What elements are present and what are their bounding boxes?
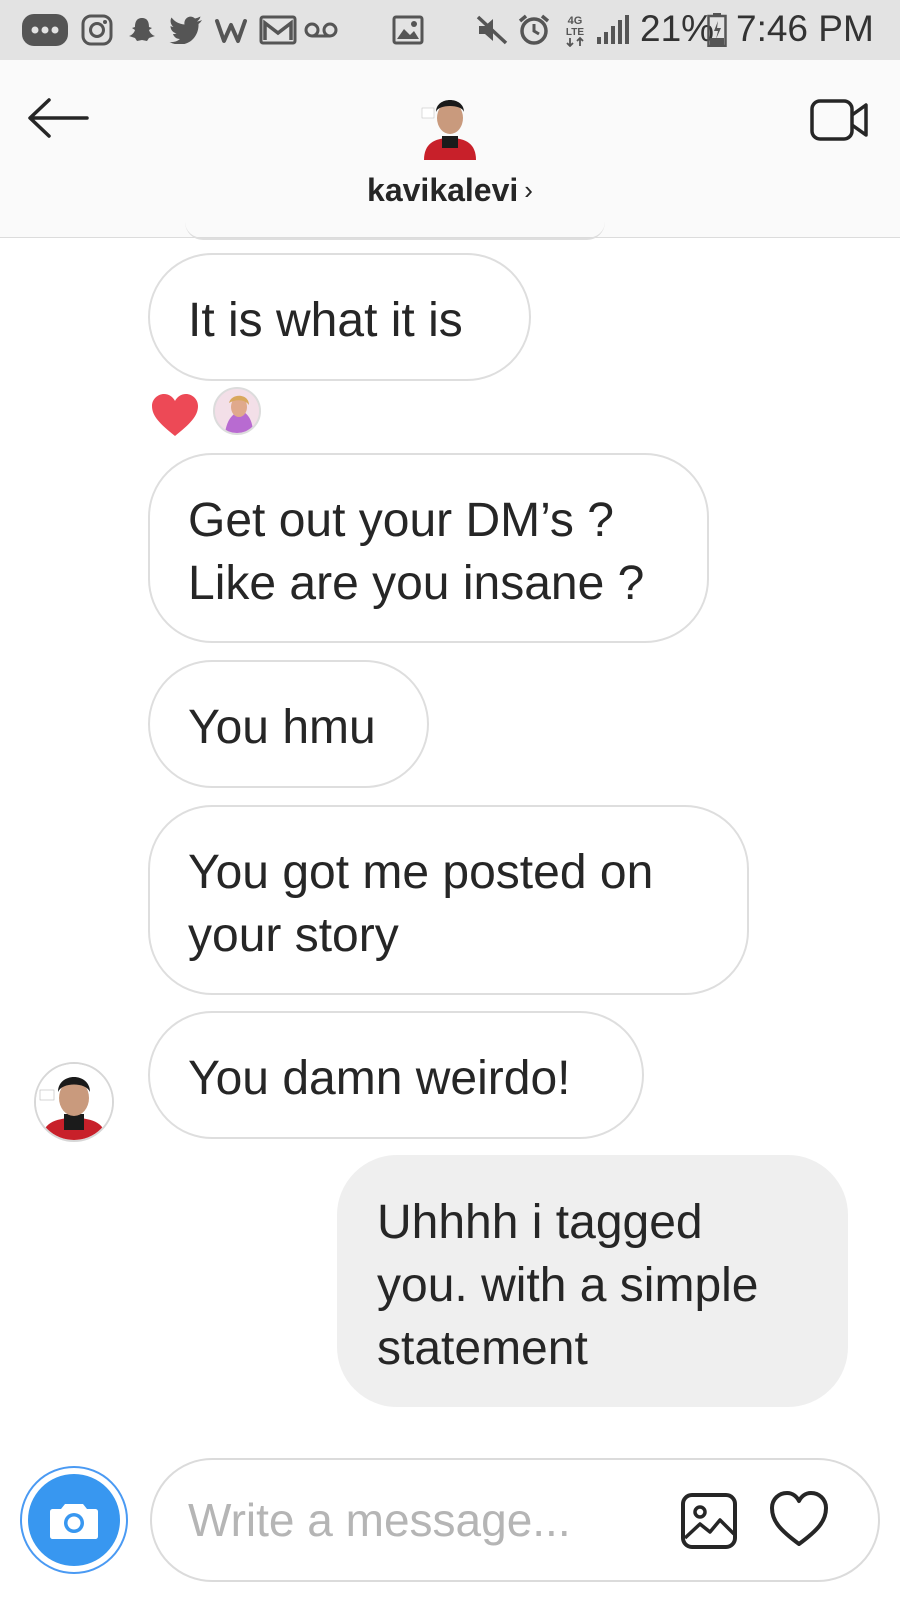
gallery-icon [681,1493,737,1549]
message-text: Uhhhh i tagged [377,1196,703,1249]
battery-percent: 21% [640,8,715,49]
message-bubble[interactable]: You got me posted on your story [148,805,749,995]
message-text: Like are you insane ? [188,557,645,610]
message-text: your story [188,909,399,962]
reactor-photo-icon [215,389,259,433]
reactor-avatar[interactable] [213,387,261,435]
profile-photo-icon [36,1064,112,1140]
svg-text:LTE: LTE [566,27,584,38]
back-arrow-icon [28,98,89,138]
header-avatar[interactable] [420,88,480,160]
username: kavikalevi [367,172,519,208]
username-link[interactable]: kavikalevi › [0,172,900,209]
chat-header: kavikalevi › [0,60,900,238]
message-text: You hmu [188,701,376,754]
sent-message-bubble[interactable]: Uhhhh i tagged you. with a simple statem… [337,1155,848,1407]
video-call-button[interactable] [808,94,872,146]
messages-notification-icon [20,12,70,48]
profile-photo-icon [421,100,476,160]
message-text: you. with a simple [377,1259,759,1312]
chevron-right-icon: › [524,175,533,205]
message-text: Get out your DM’s ? [188,494,614,547]
signal-icon [594,12,630,48]
status-bar: 4G LTE 21% 7:46 PM [0,0,900,60]
heart-reaction-icon[interactable] [150,392,200,438]
gallery-button[interactable] [680,1492,740,1552]
video-call-icon [810,99,868,141]
gmail-notification-icon [258,12,298,48]
message-bubble[interactable]: Get out your DM’s ? Like are you insane … [148,453,709,643]
message-bubble[interactable]: It is what it is [148,253,531,381]
message-text: It is what it is [188,294,463,347]
camera-icon [50,1504,98,1539]
w-notification-icon [214,12,250,48]
svg-text:4G: 4G [568,15,583,27]
heart-outline-icon [770,1491,828,1546]
network-type-icon: 4G LTE [562,12,588,48]
snapchat-notification-icon [126,12,158,48]
message-composer [150,1458,880,1582]
twitter-notification-icon [168,12,204,48]
message-text: statement [377,1322,588,1375]
message-input[interactable] [188,1488,658,1552]
like-button[interactable] [768,1490,832,1552]
image-notification-icon [390,12,426,48]
message-bubble[interactable]: You hmu [148,660,429,788]
back-button[interactable] [22,90,94,146]
previous-message-edge [185,222,605,240]
camera-button-fill [28,1474,120,1566]
message-text: You got me posted on [188,846,654,899]
battery-icon [706,12,728,48]
camera-button[interactable] [20,1466,128,1574]
message-bubble[interactable]: You damn weirdo! [148,1011,644,1139]
voicemail-notification-icon [304,12,338,48]
clock: 7:46 PM [736,8,874,49]
message-text: You damn weirdo! [188,1052,571,1105]
alarm-icon [516,12,552,48]
instagram-notification-icon [80,12,114,48]
mute-icon [474,12,510,48]
sender-avatar[interactable] [34,1062,114,1142]
